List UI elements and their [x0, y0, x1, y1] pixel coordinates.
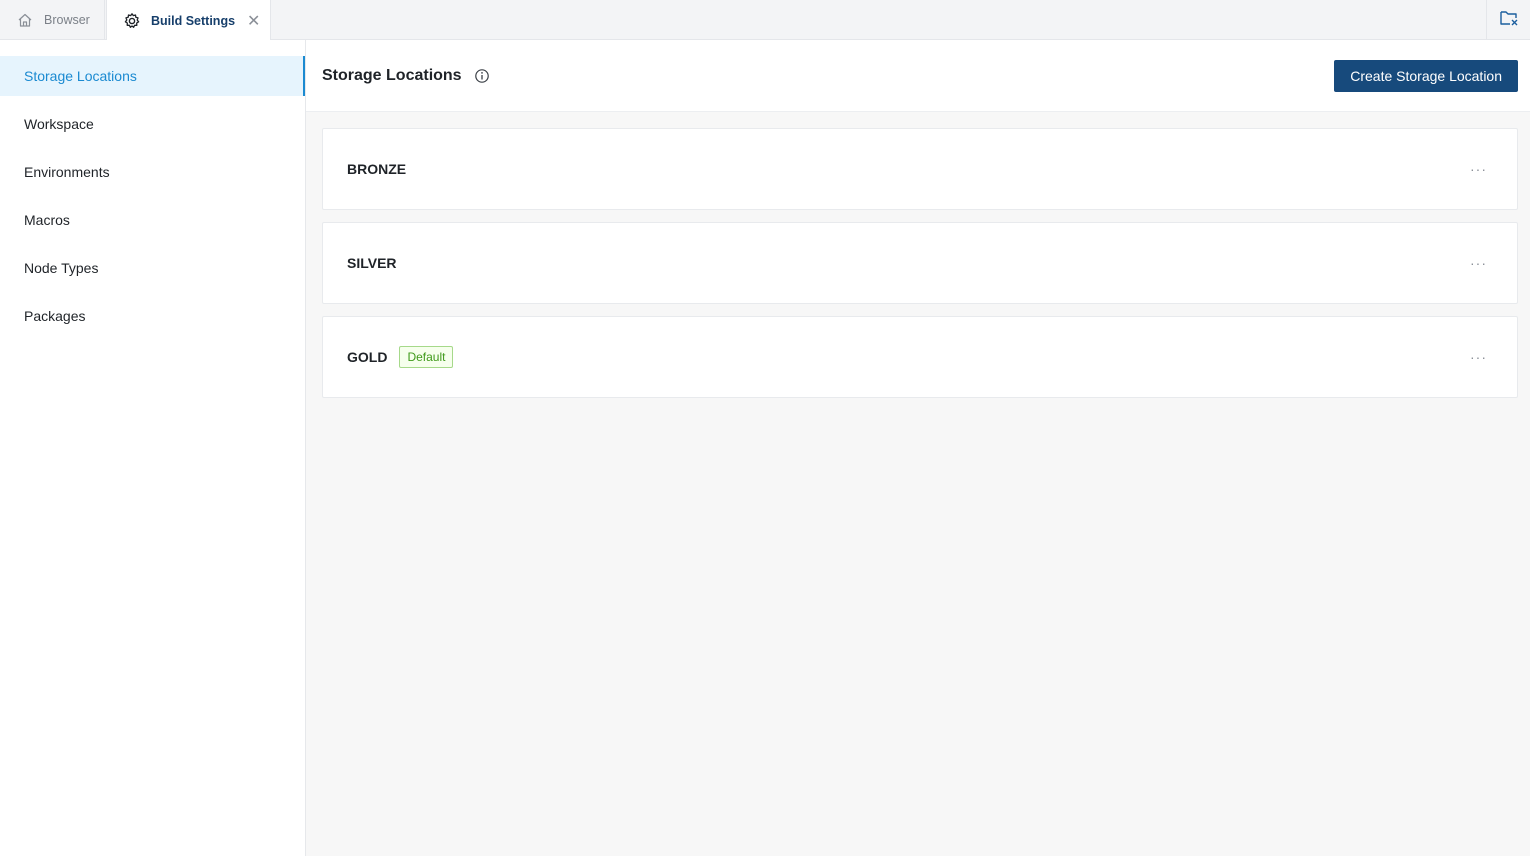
tab-build-settings[interactable]: Build Settings ✕ [106, 0, 271, 41]
main-content: Storage Locations Create Storage Locatio… [306, 40, 1530, 856]
tab-bar: Browser Build Settings ✕ [0, 0, 1530, 41]
tab-build-settings-label: Build Settings [151, 13, 236, 28]
sidebar-item-label: Packages [24, 308, 86, 324]
sidebar-item-packages[interactable]: Packages [0, 296, 305, 336]
home-icon [16, 11, 34, 29]
storage-location-card-silver[interactable]: SILVER ··· [322, 222, 1518, 304]
sidebar-item-environments[interactable]: Environments [0, 152, 305, 192]
more-options-icon[interactable]: ··· [1470, 255, 1487, 271]
storage-location-list: BRONZE ··· SILVER ··· GOLD Default ··· [306, 112, 1530, 398]
sidebar: Storage Locations Workspace Environments… [0, 40, 306, 856]
tab-browser[interactable]: Browser [0, 0, 105, 40]
sidebar-item-label: Node Types [24, 260, 99, 276]
sidebar-item-label: Storage Locations [24, 68, 137, 84]
page-title: Storage Locations [322, 66, 462, 84]
folder-close-button[interactable] [1486, 0, 1530, 40]
storage-location-name: BRONZE [347, 161, 407, 177]
sidebar-item-macros[interactable]: Macros [0, 200, 305, 240]
sidebar-item-label: Environments [24, 164, 110, 180]
close-icon[interactable]: ✕ [247, 11, 260, 31]
sidebar-item-node-types[interactable]: Node Types [0, 248, 305, 288]
storage-location-card-bronze[interactable]: BRONZE ··· [322, 128, 1518, 210]
page-header: Storage Locations Create Storage Locatio… [306, 40, 1530, 112]
folder-close-icon [1499, 9, 1519, 32]
gear-icon [123, 12, 141, 30]
storage-location-card-gold[interactable]: GOLD Default ··· [322, 316, 1518, 398]
tab-browser-label: Browser [44, 13, 90, 27]
sidebar-item-label: Workspace [24, 116, 94, 132]
create-storage-location-button[interactable]: Create Storage Location [1334, 59, 1518, 92]
storage-location-name: GOLD [347, 349, 388, 365]
info-icon[interactable] [474, 68, 490, 84]
default-badge: Default [399, 346, 454, 368]
storage-location-name: SILVER [347, 255, 397, 271]
sidebar-item-label: Macros [24, 212, 70, 228]
more-options-icon[interactable]: ··· [1470, 349, 1487, 365]
more-options-icon[interactable]: ··· [1470, 161, 1487, 177]
sidebar-item-workspace[interactable]: Workspace [0, 104, 305, 144]
sidebar-item-storage-locations[interactable]: Storage Locations [0, 56, 305, 96]
